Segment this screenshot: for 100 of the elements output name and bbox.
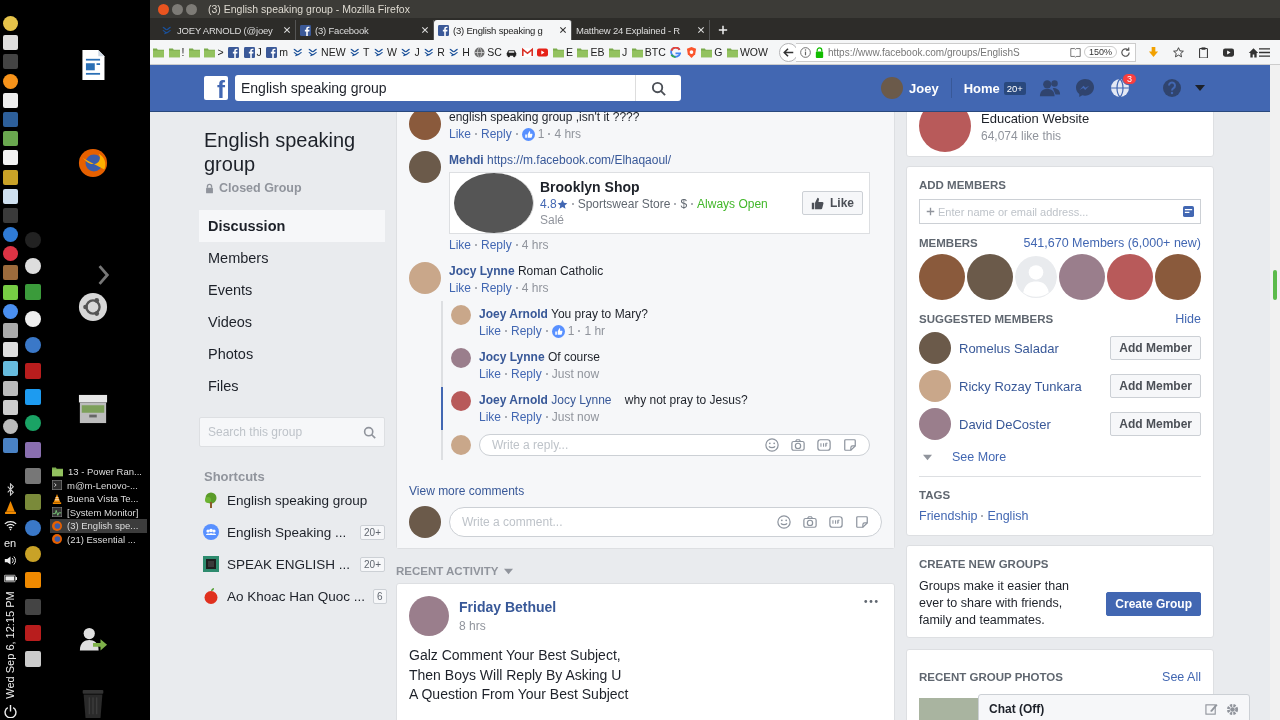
bookmark-item[interactable]: J (401, 46, 420, 58)
create-group-button[interactable]: Create Group (1106, 591, 1201, 616)
bookmark-item[interactable] (292, 46, 304, 58)
clipboard-icon[interactable] (1198, 46, 1209, 58)
bookmark-item[interactable]: J (243, 46, 262, 58)
launcher-icon[interactable] (2, 342, 18, 358)
reply-link[interactable]: Reply (511, 367, 542, 381)
launcher-icon[interactable] (25, 258, 41, 275)
home-icon[interactable] (1248, 46, 1259, 58)
bookmark-item[interactable]: G (701, 46, 723, 58)
member-name[interactable]: Ricky Rozay Tunkara (959, 378, 1103, 394)
bookmark-item[interactable]: E (552, 46, 573, 58)
author-link[interactable]: Friday Bethuel (459, 599, 557, 615)
nav-item[interactable]: Events (199, 274, 385, 306)
photo-placeholder[interactable] (1059, 254, 1105, 300)
mention-link[interactable]: Jocy Lynne (551, 393, 612, 407)
minimize-button[interactable] (172, 3, 183, 15)
search-box[interactable]: English speaking group (235, 75, 681, 101)
chevron-icon[interactable] (98, 265, 110, 285)
bookmark-item[interactable]: J (608, 46, 628, 58)
browser-tab[interactable]: (3) English speaking g (434, 20, 572, 40)
launcher-icon[interactable] (25, 546, 41, 563)
nav-item[interactable]: Photos (199, 338, 385, 370)
bookmark-item[interactable]: > (204, 46, 224, 58)
launcher-icon[interactable] (2, 399, 18, 415)
menu-icon[interactable] (1259, 46, 1270, 58)
launcher-icon[interactable] (2, 188, 18, 204)
shortcut-link[interactable]: Ao Khoac Han Quoc ... (227, 588, 366, 604)
bookmark-item[interactable]: R (424, 46, 445, 58)
author-link[interactable]: Jocy Lynne (449, 264, 515, 278)
add-member-button[interactable]: Add Member (1110, 336, 1201, 360)
reply-field[interactable]: Write a reply... (492, 438, 753, 452)
author-link[interactable]: Jocy Lynne (479, 350, 545, 364)
author-link[interactable]: Mehdi (449, 153, 484, 167)
taskbar-item[interactable]: (21) Essential ... (50, 532, 147, 546)
comment-field-box[interactable]: Write a comment... (449, 507, 882, 537)
like-link[interactable]: Like (449, 238, 471, 252)
page-name[interactable]: Education Website (981, 112, 1090, 126)
launcher-icon[interactable] (2, 169, 18, 185)
bookmark-item[interactable]: T (350, 46, 370, 58)
photo-placeholder[interactable] (1155, 254, 1201, 300)
launcher-icon[interactable] (2, 323, 18, 338)
taskbar-item[interactable]: Buena Vista Te... (50, 492, 147, 506)
keyboard-layout[interactable]: en (3, 537, 17, 549)
hide-link[interactable]: Hide (1175, 312, 1201, 326)
photo-placeholder[interactable] (967, 254, 1013, 300)
shortcut-link[interactable]: SPEAK ENGLISH ... (227, 556, 353, 572)
tag-link[interactable]: Friendship (919, 509, 978, 523)
launcher-icon[interactable] (25, 572, 41, 589)
author-link[interactable]: Joey Arnold (479, 307, 548, 321)
bookmark-item[interactable]: W (374, 46, 397, 58)
bookmark-item[interactable]: H (449, 46, 470, 58)
search-field[interactable]: English speaking group (241, 80, 635, 96)
author-link[interactable]: Joey Arnold (479, 393, 548, 407)
nav-item[interactable]: Videos (199, 306, 385, 338)
taskbar-item[interactable]: [System Monitor] (50, 505, 147, 519)
launcher-icon[interactable] (2, 131, 18, 147)
bookmark-item[interactable]: SC (474, 46, 502, 58)
launcher-icon[interactable] (2, 73, 18, 89)
launcher-icon[interactable] (25, 310, 41, 327)
launcher-icon[interactable] (2, 16, 18, 31)
launcher-icon[interactable] (2, 418, 18, 434)
maximize-button[interactable] (186, 3, 197, 15)
launcher-icon[interactable] (2, 92, 18, 108)
settings-icon[interactable] (1226, 702, 1239, 716)
taskbar-item[interactable]: 13 - Power Ran... (50, 465, 147, 479)
bookmark-item[interactable]: ! (168, 46, 185, 58)
launcher-icon[interactable] (2, 35, 18, 51)
launcher-icon[interactable] (2, 284, 18, 300)
like-link[interactable]: Like (449, 281, 471, 295)
members-link[interactable]: 541,670 Members (6,000+ new) (1023, 236, 1201, 250)
bookmark-item[interactable]: EB (577, 46, 605, 58)
see-all-link[interactable]: See All (1162, 670, 1201, 684)
back-icon[interactable] (779, 42, 798, 62)
page-preview-card[interactable]: Brooklyn Shop 4.8 Sportswear Store $ Always Open Salé Like (449, 172, 870, 234)
like-link[interactable]: Like (479, 367, 501, 381)
star-icon[interactable] (1173, 46, 1184, 58)
input-field[interactable]: Enter name or email address... (938, 205, 1180, 218)
add-member-button[interactable]: Add Member (1110, 412, 1201, 436)
launcher-icon[interactable] (25, 284, 41, 301)
like-link[interactable]: Like (479, 324, 501, 338)
reply-link[interactable]: Reply (481, 238, 512, 252)
add-member-button[interactable]: Add Member (1110, 374, 1201, 398)
bookmark-item[interactable]: BTC (631, 46, 666, 58)
nav-item[interactable]: Discussion (199, 210, 385, 242)
reply-link[interactable]: Reply (481, 281, 512, 295)
play-icon[interactable] (1223, 46, 1234, 58)
clock[interactable]: Wed Sep 6, 12:15 PM (4, 591, 16, 699)
reply-link[interactable]: Reply (511, 324, 542, 338)
photo-placeholder[interactable] (1107, 254, 1153, 300)
caret-icon[interactable] (1194, 85, 1205, 91)
launcher-icon[interactable] (2, 150, 18, 166)
group-title[interactable]: English speaking group (199, 128, 385, 176)
member-name[interactable]: Romelus Saladar (959, 340, 1103, 356)
bookmark-item[interactable] (228, 46, 240, 58)
chat-bar[interactable]: Chat (Off) (978, 694, 1250, 720)
member-name[interactable]: David DeCoster (959, 416, 1103, 432)
reader-icon[interactable] (1069, 46, 1081, 58)
launcher-icon[interactable] (2, 380, 18, 396)
page-name[interactable]: Brooklyn Shop (540, 179, 802, 195)
